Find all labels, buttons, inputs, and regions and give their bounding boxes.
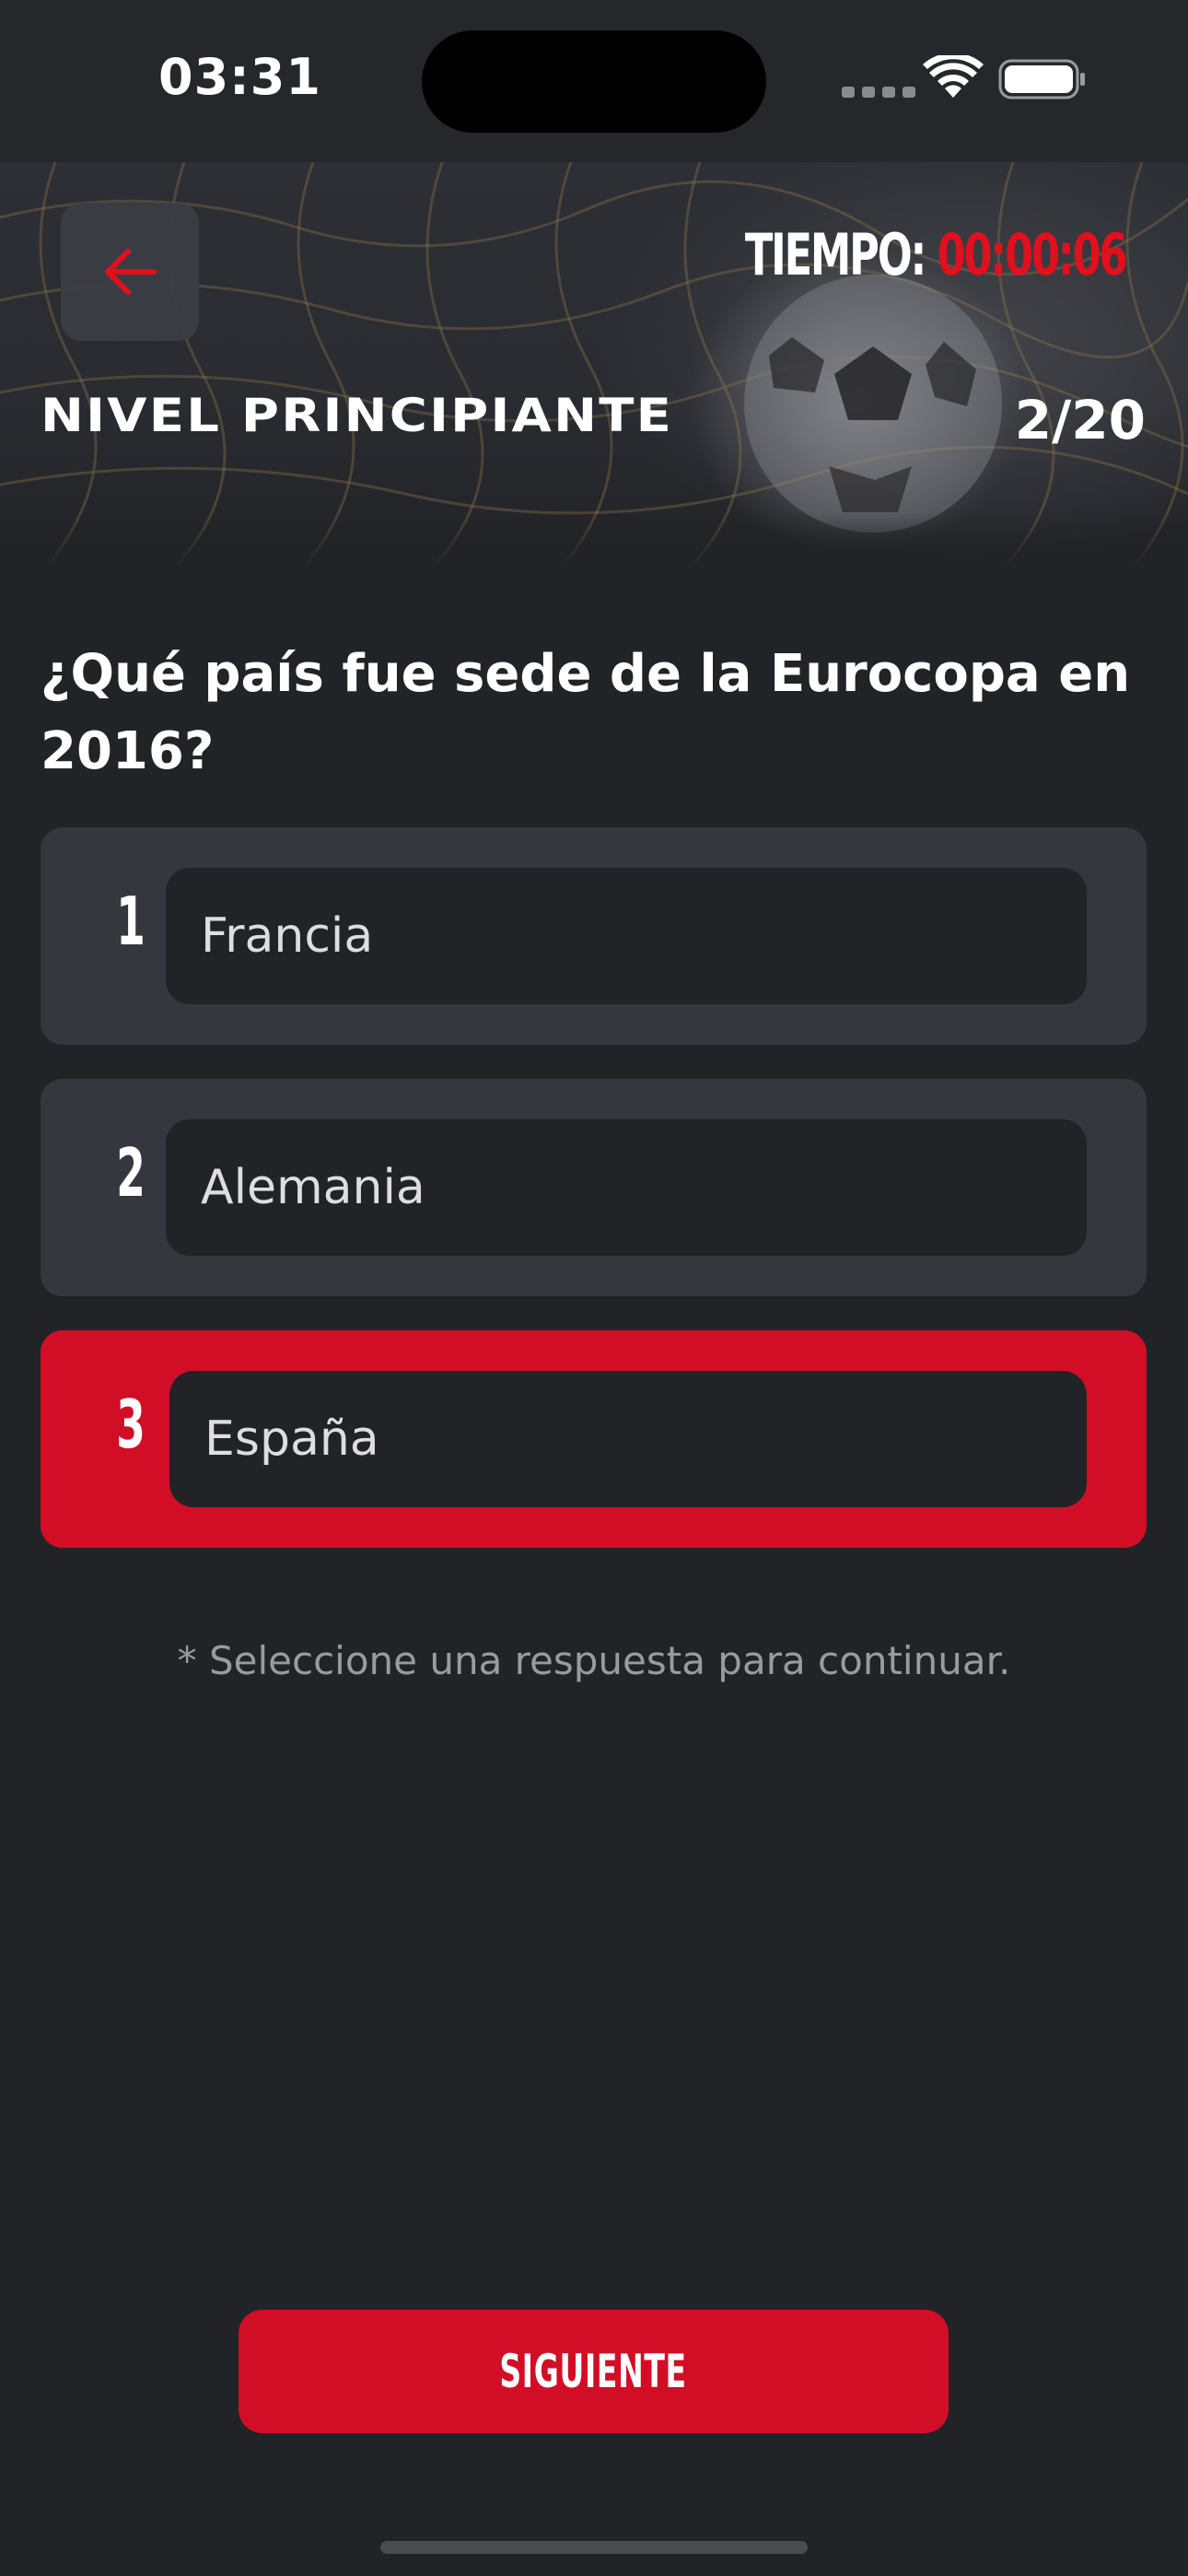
option-number: 1 bbox=[116, 883, 146, 960]
next-button[interactable]: SIGUIENTE bbox=[239, 2310, 949, 2433]
back-button[interactable] bbox=[61, 203, 199, 341]
status-time: 03:31 bbox=[158, 48, 321, 106]
answer-option-1[interactable]: 1 Francia bbox=[41, 827, 1147, 1045]
arrow-left-icon bbox=[105, 249, 157, 295]
battery-icon bbox=[998, 59, 1085, 100]
option-number: 2 bbox=[116, 1134, 146, 1212]
dynamic-island bbox=[422, 30, 766, 133]
answer-option-2[interactable]: 2 Alemania bbox=[41, 1079, 1147, 1296]
level-title: NIVEL PRINCIPIANTE bbox=[41, 389, 674, 442]
quiz-header: TIEMPO: 00:00:06 NIVEL PRINCIPIANTE 2/20 bbox=[0, 162, 1188, 568]
quiz-screen: 03:31 TIEMPO: 00:00:06 NIVEL PRINCIPIANT… bbox=[0, 0, 1188, 2576]
cellular-signal-icon bbox=[842, 87, 915, 98]
wifi-icon bbox=[923, 55, 984, 98]
option-label: Francia bbox=[166, 868, 1087, 1004]
status-bar: 03:31 bbox=[0, 0, 1188, 162]
timer: TIEMPO: 00:00:06 bbox=[744, 221, 1127, 288]
option-label: España bbox=[169, 1371, 1087, 1507]
question-progress: 2/20 bbox=[1014, 389, 1146, 451]
timer-value: 00:00:06 bbox=[937, 221, 1127, 288]
home-indicator[interactable] bbox=[380, 2541, 808, 2554]
next-button-label: SIGUIENTE bbox=[499, 2345, 688, 2398]
question-text: ¿Qué país fue sede de la Eurocopa en 201… bbox=[41, 644, 1131, 781]
option-label: Alemania bbox=[166, 1119, 1087, 1256]
selection-hint: * Seleccione una respuesta para continua… bbox=[177, 1638, 1011, 1683]
answer-option-3[interactable]: 3 España bbox=[41, 1330, 1147, 1548]
timer-label: TIEMPO: bbox=[744, 221, 926, 288]
option-number: 3 bbox=[116, 1386, 146, 1463]
